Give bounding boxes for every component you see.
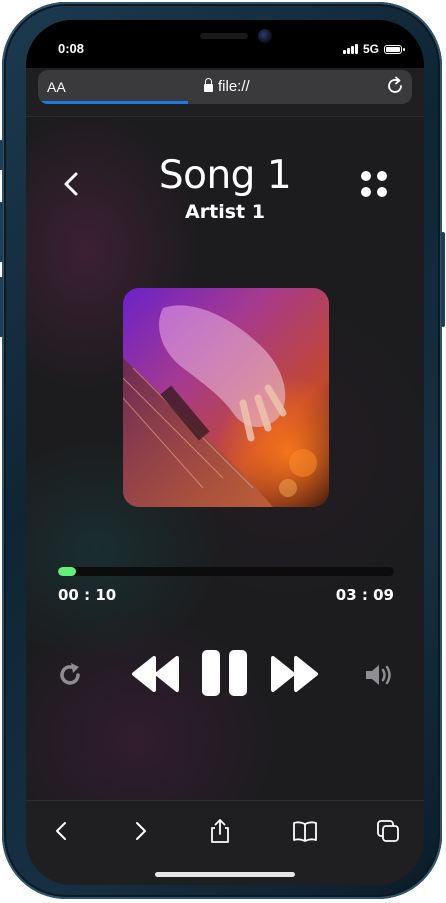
repeat-icon[interactable] xyxy=(57,661,85,689)
lock-icon xyxy=(204,78,213,92)
forward-arrow-icon[interactable] xyxy=(126,817,154,845)
bookmarks-icon[interactable] xyxy=(291,817,319,845)
menu-grid-icon[interactable] xyxy=(361,171,389,199)
playback-progress-fill xyxy=(58,567,76,576)
address-bar[interactable]: AA file:// xyxy=(38,70,412,104)
signal-icon xyxy=(343,44,358,54)
status-indicators: 5G xyxy=(343,42,405,56)
url-text: file:// xyxy=(218,78,250,95)
rewind-icon[interactable] xyxy=(128,654,182,694)
power-button xyxy=(441,232,445,327)
browser-toolbar xyxy=(26,800,424,885)
share-icon[interactable] xyxy=(206,817,234,845)
text-size-button[interactable]: AA xyxy=(47,79,66,95)
status-time: 0:08 xyxy=(58,41,85,56)
back-arrow-icon[interactable] xyxy=(48,817,76,845)
pause-icon[interactable] xyxy=(202,650,248,696)
volume-up-button xyxy=(0,202,3,262)
phone-frame: 0:08 5G AA file:// Song 1 Artist 1 00: … xyxy=(0,2,445,899)
tabs-icon[interactable] xyxy=(374,817,402,845)
battery-icon xyxy=(384,44,405,54)
fast-forward-icon[interactable] xyxy=(268,654,322,694)
browser-address-area: AA file:// xyxy=(26,68,424,117)
home-indicator[interactable] xyxy=(155,872,295,877)
speaker-grille xyxy=(200,33,248,39)
current-time: 00 : 10 xyxy=(58,586,117,604)
album-art xyxy=(123,288,329,507)
playback-progress-bar[interactable] xyxy=(58,567,394,576)
volume-down-button xyxy=(0,277,3,337)
notch xyxy=(120,20,330,54)
page-load-progress xyxy=(38,101,188,104)
artist-name: Artist 1 xyxy=(185,201,265,223)
front-camera xyxy=(258,29,272,43)
total-time: 03 : 09 xyxy=(335,586,394,604)
url-display[interactable]: file:// xyxy=(204,78,250,95)
screen: 0:08 5G AA file:// Song 1 Artist 1 00: … xyxy=(26,20,424,885)
network-label: 5G xyxy=(362,42,379,56)
volume-icon[interactable] xyxy=(364,661,396,689)
mute-switch xyxy=(0,140,3,170)
reload-icon[interactable] xyxy=(384,75,406,97)
